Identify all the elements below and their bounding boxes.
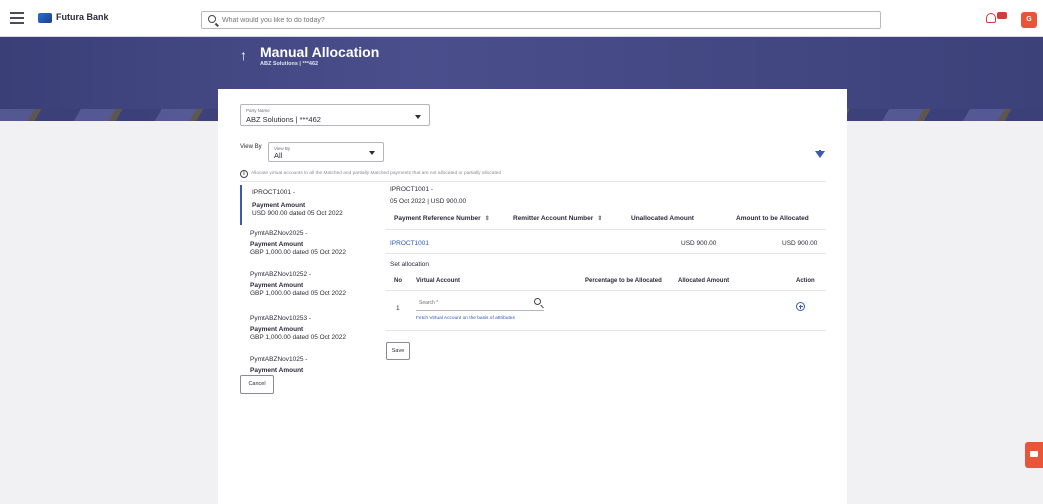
sort-icon[interactable]: ⇕ xyxy=(485,215,490,222)
divider xyxy=(386,330,826,331)
info-text: Allocate virtual accounts to all the Mat… xyxy=(251,171,502,176)
list-item[interactable]: PymtABZNov10253 - Payment Amount GBP 1,0… xyxy=(240,311,375,351)
view-by-outer-label: View By xyxy=(240,144,262,150)
payment-amount-label: Payment Amount xyxy=(250,282,304,289)
payment-ref: PymtABZNov1025 - xyxy=(250,356,308,363)
alloc-row-no: 1 xyxy=(396,305,400,312)
avatar[interactable]: G xyxy=(1021,12,1037,28)
amount-to-allocate: USD 900.00 xyxy=(782,240,818,247)
unallocated-amount: USD 900.00 xyxy=(681,240,717,247)
allocation-detail: IPROCT1001 - 05 Oct 2022 | USD 900.00 Pa… xyxy=(386,183,826,383)
party-name-value: ABZ Solutions | ***462 xyxy=(246,115,321,124)
page-header: ↑ Manual Allocation ABZ Solutions | ***4… xyxy=(218,37,847,89)
menu-icon[interactable] xyxy=(10,12,24,24)
col-percentage: Percentage to be Allocated xyxy=(585,278,662,284)
virtual-account-search[interactable]: Search * xyxy=(416,297,544,311)
view-by-select[interactable]: View By All xyxy=(268,142,384,162)
payment-amount: GBP 1,000.00 dated 05 Oct 2022 xyxy=(250,334,347,341)
col-label: Remitter Account Number xyxy=(513,215,594,222)
page-subtitle: ABZ Solutions | ***462 xyxy=(260,61,319,67)
set-allocation-label: Set allocation xyxy=(390,261,430,268)
col-label: Payment Reference Number xyxy=(394,215,481,222)
virtual-account-search-placeholder: Search * xyxy=(419,300,439,306)
search-icon xyxy=(208,15,216,23)
payment-amount: GBP 1,000.00 dated 05 Oct 2022 xyxy=(250,290,347,297)
divider xyxy=(386,253,826,254)
bell-icon[interactable] xyxy=(986,13,996,23)
list-item[interactable]: PymtABZNov2025 - Payment Amount GBP 1,00… xyxy=(240,227,375,267)
main-card: Party Name ABZ Solutions | ***462 View B… xyxy=(218,89,847,504)
fetch-virtual-account-link[interactable]: Fetch Virtual Account on the basis of at… xyxy=(416,316,515,321)
col-virtual-account: Virtual Account xyxy=(416,278,461,284)
party-name-label: Party Name xyxy=(246,108,270,113)
payment-ref: PymtABZNov10253 - xyxy=(250,315,312,322)
col-action: Action xyxy=(796,278,815,284)
payment-ref: IPROCT1001 - xyxy=(252,189,295,196)
list-item[interactable]: IPROCT1001 - Payment Amount USD 900.00 d… xyxy=(240,185,375,225)
payment-amount-label: Payment Amount xyxy=(252,202,306,209)
notification-badge xyxy=(997,12,1007,19)
payment-amount: USD 900.00 dated 05 Oct 2022 xyxy=(252,210,343,217)
page-title: Manual Allocation xyxy=(260,44,380,60)
filter-icon[interactable] xyxy=(815,150,825,158)
col-no: No xyxy=(394,278,402,284)
search-icon[interactable] xyxy=(534,298,541,305)
payment-list: IPROCT1001 - Payment Amount USD 900.00 d… xyxy=(240,183,375,375)
payment-ref: PymtABZNov2025 - xyxy=(250,230,308,237)
payment-amount: GBP 1,000.00 dated 05 Oct 2022 xyxy=(250,249,347,256)
col-allocated-amount: Allocated Amount xyxy=(678,278,730,284)
payment-ref: PymtABZNov10252 - xyxy=(250,271,312,278)
brand-name: Futura Bank xyxy=(56,12,109,22)
col-payment-ref[interactable]: Payment Reference Number ⇕ xyxy=(394,215,490,222)
chevron-down-icon xyxy=(369,151,375,155)
cancel-button[interactable]: Cancel xyxy=(240,375,274,394)
payment-amount-label: Payment Amount xyxy=(250,326,304,333)
chevron-down-icon xyxy=(415,115,421,119)
col-remitter[interactable]: Remitter Account Number ⇕ xyxy=(513,215,602,222)
global-search[interactable] xyxy=(201,11,881,29)
detail-ref: IPROCT1001 - xyxy=(390,186,433,193)
payment-amount-label: Payment Amount xyxy=(250,367,304,374)
chat-icon[interactable] xyxy=(1025,442,1043,468)
divider xyxy=(386,229,826,230)
divider xyxy=(386,290,826,291)
payment-amount-label: Payment Amount xyxy=(250,241,304,248)
top-bar: Futura Bank G xyxy=(0,0,1043,37)
list-item[interactable]: PymtABZNov1025 - Payment Amount xyxy=(240,353,375,375)
col-unallocated: Unallocated Amount xyxy=(631,215,694,222)
view-by-value: All xyxy=(274,151,283,160)
info-icon: i xyxy=(240,170,248,178)
col-to-allocate: Amount to be Allocated xyxy=(736,215,809,222)
detail-meta: 05 Oct 2022 | USD 900.00 xyxy=(390,198,467,205)
sort-icon[interactable]: ⇕ xyxy=(597,215,602,222)
divider xyxy=(240,181,826,182)
save-button[interactable]: Save xyxy=(386,342,410,360)
add-circle-icon[interactable] xyxy=(796,302,805,311)
global-search-input[interactable] xyxy=(222,14,862,26)
list-item[interactable]: PymtABZNov10252 - Payment Amount GBP 1,0… xyxy=(240,269,375,309)
payment-ref-link[interactable]: IPROCT1001 xyxy=(390,240,429,247)
back-arrow-icon[interactable]: ↑ xyxy=(240,47,247,63)
party-name-select[interactable]: Party Name ABZ Solutions | ***462 xyxy=(240,104,430,126)
bank-logo-icon xyxy=(38,13,52,23)
